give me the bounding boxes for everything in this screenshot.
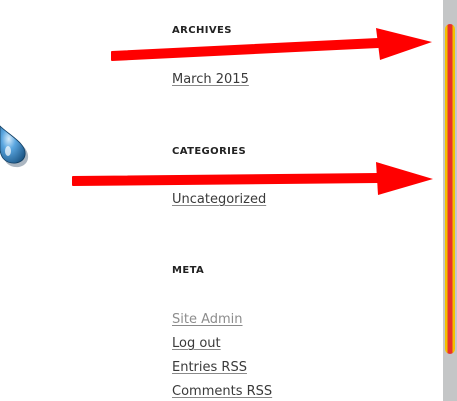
red-arrow-annotation [72,162,433,195]
red-arrow-annotation [111,28,432,61]
annotation-arrows [72,28,433,195]
